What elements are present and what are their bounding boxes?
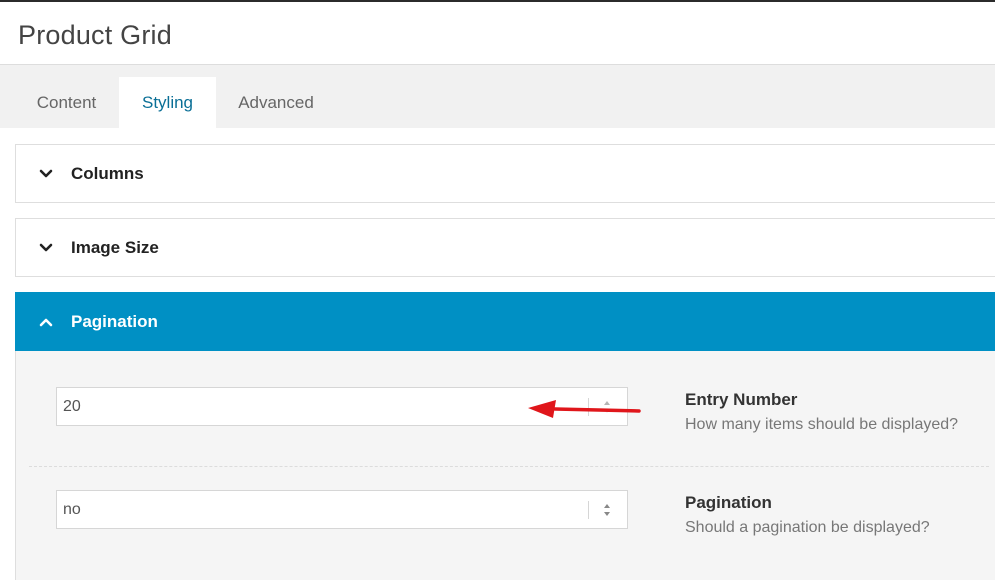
entry-number-info: Entry Number How many items should be di… bbox=[685, 388, 958, 438]
chevron-down-icon bbox=[39, 169, 53, 178]
tab-bar: Content Styling Advanced bbox=[0, 77, 995, 128]
section-columns-label: Columns bbox=[71, 164, 144, 183]
annotation-arrow-icon bbox=[528, 400, 641, 418]
entry-number-value: 20 bbox=[63, 398, 81, 415]
pagination-info: Pagination Should a pagination be displa… bbox=[685, 491, 930, 541]
tab-advanced[interactable]: Advanced bbox=[216, 77, 336, 128]
entry-number-row: 20 Entry Number How many items should be… bbox=[16, 351, 995, 466]
pagination-settings: 20 Entry Number How many items should be… bbox=[15, 351, 995, 580]
pagination-description: Should a pagination be displayed? bbox=[685, 519, 930, 536]
pagination-value: no bbox=[63, 501, 81, 518]
page: Product Grid Content Styling Advanced Co… bbox=[0, 0, 995, 580]
section-image-size-label: Image Size bbox=[71, 238, 159, 257]
section-columns-header[interactable]: Columns bbox=[15, 144, 995, 203]
entry-number-label: Entry Number bbox=[685, 390, 798, 409]
updown-chevron-icon[interactable] bbox=[598, 499, 616, 521]
section-pagination-label: Pagination bbox=[71, 312, 158, 331]
chevron-down-icon bbox=[39, 243, 53, 252]
section-image-size-header[interactable]: Image Size bbox=[15, 218, 995, 277]
title-bar: Product Grid bbox=[0, 0, 995, 65]
page-title: Product Grid bbox=[18, 20, 172, 50]
pagination-row: no Pagination Should a pagination be dis… bbox=[16, 466, 995, 580]
chevron-up-icon bbox=[39, 318, 53, 327]
pagination-select[interactable]: no bbox=[56, 490, 628, 529]
styling-panel: Columns Image Size Pagination 20 Entry N… bbox=[0, 128, 995, 580]
select-separator bbox=[588, 501, 589, 519]
tab-content[interactable]: Content bbox=[15, 77, 118, 128]
section-pagination-header[interactable]: Pagination bbox=[15, 292, 995, 351]
entry-number-description: How many items should be displayed? bbox=[685, 416, 959, 433]
tab-styling[interactable]: Styling bbox=[119, 77, 216, 128]
pagination-label: Pagination bbox=[685, 493, 772, 512]
